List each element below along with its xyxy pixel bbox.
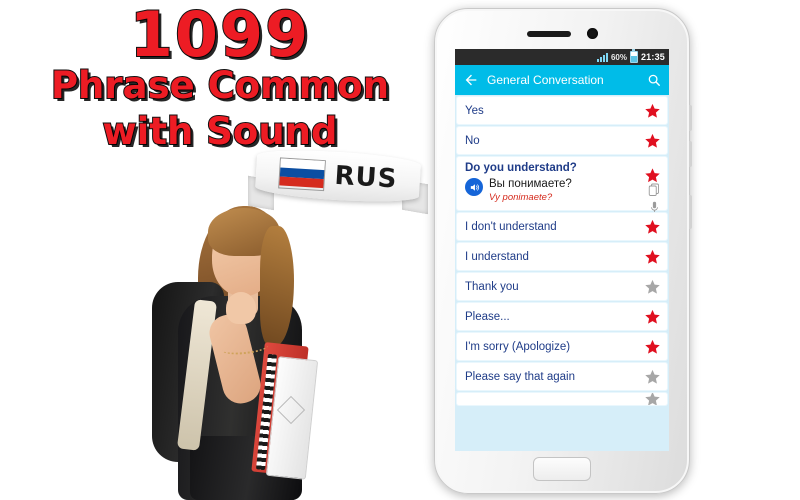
phrase-text: Do you understand?: [465, 162, 577, 174]
app-bar: General Conversation: [455, 65, 669, 95]
favorite-star-icon[interactable]: [644, 132, 661, 149]
phrase-list[interactable]: Yes No Do you understand? Вы понимаете? …: [455, 95, 669, 451]
list-item[interactable]: Please...: [457, 303, 667, 330]
list-item[interactable]: I understand: [457, 243, 667, 270]
translation-transliteration: Vy ponimaete?: [489, 192, 553, 203]
row-action-icons: [648, 183, 660, 215]
list-item-partial[interactable]: [457, 393, 667, 405]
list-item-expanded[interactable]: Do you understand? Вы понимаете? Vy poni…: [457, 157, 667, 214]
student-photo: [150, 196, 350, 500]
favorite-star-icon[interactable]: [644, 248, 661, 265]
phrase-text: Thank you: [465, 280, 519, 293]
translation-native: Вы понимаете?: [489, 178, 572, 190]
list-item[interactable]: No: [457, 127, 667, 154]
favorite-star-icon[interactable]: [644, 338, 661, 355]
phrase-text: No: [465, 134, 480, 147]
translation-area: Вы понимаете? Vy ponimaete?: [465, 177, 659, 204]
phrase-text: Please...: [465, 310, 510, 323]
status-bar: 60% 21:35: [455, 49, 669, 65]
list-item[interactable]: Please say that again: [457, 363, 667, 390]
promo-headline-line1: Phrase Common: [50, 63, 390, 108]
phrase-text: I don't understand: [465, 220, 557, 233]
favorite-star-icon[interactable]: [644, 167, 661, 184]
battery-icon: [629, 49, 638, 63]
home-button[interactable]: [533, 457, 591, 481]
favorite-star-icon[interactable]: [644, 102, 661, 119]
student-hand: [226, 292, 256, 324]
search-icon[interactable]: [647, 73, 661, 87]
battery-percent-label: 60%: [610, 52, 627, 62]
list-item[interactable]: I don't understand: [457, 213, 667, 240]
favorite-star-icon[interactable]: [644, 308, 661, 325]
promo-headline-line2: with Sound: [101, 109, 338, 154]
power-button[interactable]: [689, 195, 692, 229]
signal-bars-icon: [596, 52, 608, 62]
list-item[interactable]: Thank you: [457, 273, 667, 300]
phone-earpiece: [527, 31, 571, 37]
back-arrow-icon[interactable]: [463, 72, 479, 88]
phone-front-camera: [587, 28, 598, 39]
favorite-star-icon[interactable]: [644, 368, 661, 385]
volume-up-button[interactable]: [689, 105, 692, 131]
phone-screen: 60% 21:35 General Conversation Yes No Do…: [455, 49, 669, 451]
ribbon-language-label: RUS: [333, 160, 399, 195]
promo-phrase-count: 1099: [129, 0, 311, 71]
list-item[interactable]: Yes: [457, 97, 667, 124]
volume-down-button[interactable]: [689, 141, 692, 167]
speaker-icon[interactable]: [465, 178, 483, 196]
favorite-star-icon[interactable]: [644, 393, 661, 405]
russia-flag-icon: [277, 156, 326, 191]
phrase-text: Please say that again: [465, 370, 575, 383]
promo-panel: 1099 Phrase Common with Sound RUS: [0, 0, 440, 500]
app-bar-title: General Conversation: [487, 73, 604, 87]
copy-icon[interactable]: [648, 183, 660, 197]
list-item[interactable]: I'm sorry (Apologize): [457, 333, 667, 360]
status-clock: 21:35: [640, 52, 665, 62]
phrase-text: Yes: [465, 104, 484, 117]
favorite-star-icon[interactable]: [644, 278, 661, 295]
favorite-star-icon[interactable]: [644, 218, 661, 235]
phrase-text: I understand: [465, 250, 529, 263]
phrase-text: I'm sorry (Apologize): [465, 340, 571, 353]
phone-mockup: 60% 21:35 General Conversation Yes No Do…: [434, 8, 692, 494]
